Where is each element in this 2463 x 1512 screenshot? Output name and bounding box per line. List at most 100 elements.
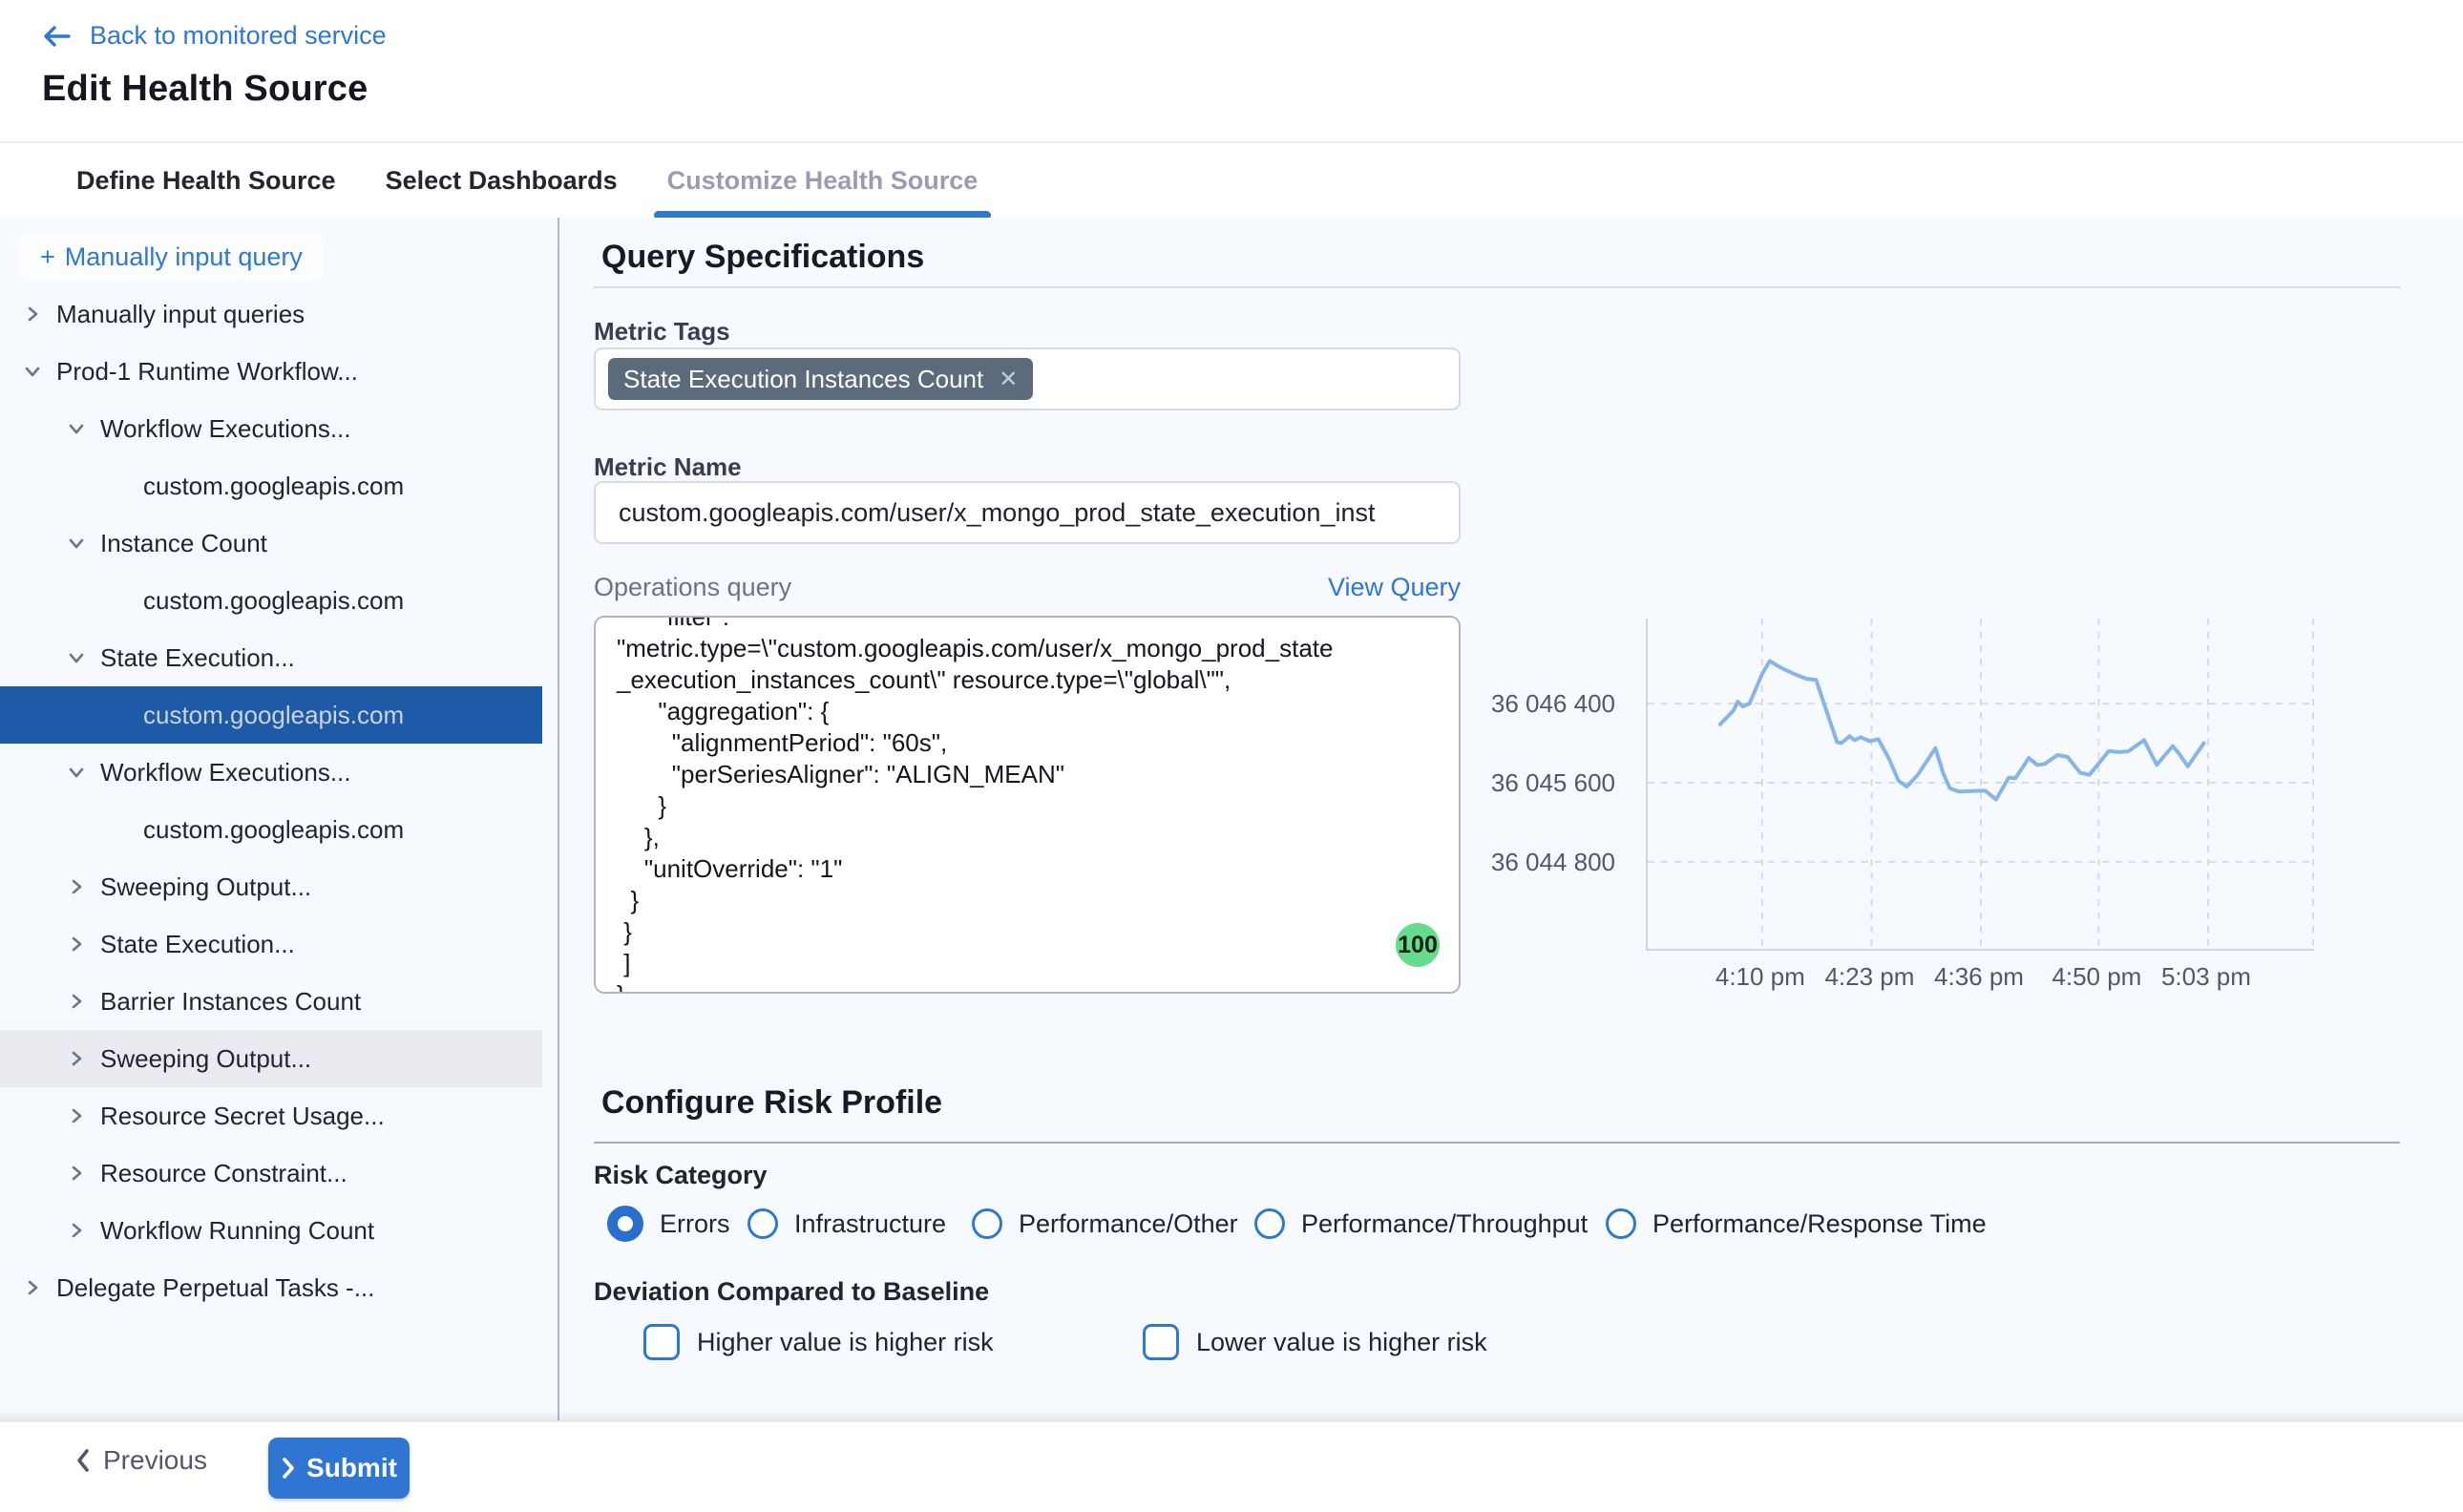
- tree-item-label: State Execution...: [100, 643, 295, 673]
- chevron-down-icon: [66, 418, 87, 439]
- risk-category-radio-performance-response-time[interactable]: Performance/Response Time: [1606, 1205, 1987, 1243]
- tree-item-label: Workflow Executions...: [100, 414, 351, 444]
- footer-bar: Previous Submit: [0, 1420, 2463, 1512]
- tree-item-state-execution[interactable]: State Execution...: [0, 915, 542, 973]
- previous-button[interactable]: Previous: [74, 1445, 207, 1476]
- tree-item-delegate-perpetual-tasks[interactable]: Delegate Perpetual Tasks -...: [0, 1259, 542, 1316]
- risk-category-radio-infrastructure[interactable]: Infrastructure: [747, 1205, 946, 1243]
- metric-name-input[interactable]: [594, 481, 1461, 544]
- radio-icon[interactable]: [747, 1208, 778, 1239]
- tree-item-sweeping-output[interactable]: Sweeping Output...: [0, 858, 542, 915]
- tree-item-label: custom.googleapis.com: [143, 815, 404, 845]
- tree-item-label: custom.googleapis.com: [143, 701, 404, 730]
- tree-item-resource-secret-usage[interactable]: Resource Secret Usage...: [0, 1087, 542, 1144]
- chevron-right-icon: [66, 1220, 87, 1241]
- tree-item-prod-1-runtime-workflow[interactable]: Prod-1 Runtime Workflow...: [0, 343, 542, 400]
- metric-tag-chip[interactable]: State Execution Instances Count ✕: [608, 358, 1033, 400]
- radio-icon[interactable]: [1606, 1208, 1636, 1239]
- radio-label: Performance/Throughput: [1301, 1209, 1588, 1239]
- chevron-down-icon: [65, 761, 88, 784]
- page-header: Back to monitored service Edit Health So…: [0, 0, 2463, 141]
- query-score-badge: 100: [1396, 923, 1440, 967]
- radio-icon[interactable]: [1254, 1208, 1285, 1239]
- edit-health-source-page: Back to monitored service Edit Health So…: [0, 0, 2463, 1512]
- metric-tags-input[interactable]: State Execution Instances Count ✕: [594, 347, 1461, 410]
- tree-item-barrier-instances-count[interactable]: Barrier Instances Count: [0, 973, 542, 1030]
- operations-query-textarea[interactable]: "filter": "metric.type=\"custom.googleap…: [594, 616, 1461, 994]
- tree-item-resource-constraint[interactable]: Resource Constraint...: [0, 1144, 542, 1202]
- tree-item-label: Workflow Executions...: [100, 758, 351, 788]
- tree-item-workflow-executions[interactable]: Workflow Executions...: [0, 400, 542, 457]
- radio-label: Errors: [660, 1209, 730, 1239]
- y-axis-tick-label: 36 046 400: [1443, 687, 1615, 720]
- configure-risk-profile-heading: Configure Risk Profile: [601, 1084, 942, 1122]
- tree-item-instance-count[interactable]: Instance Count: [0, 514, 542, 572]
- chevron-right-icon: [65, 990, 88, 1013]
- chevron-down-icon: [21, 360, 44, 383]
- operations-query-row: Operations query View Query: [594, 573, 1461, 602]
- tree-item-sweeping-output[interactable]: Sweeping Output...: [0, 1030, 542, 1087]
- chevron-right-icon: [66, 876, 87, 897]
- deviation-checkbox-lower-value-is-higher-risk[interactable]: Lower value is higher risk: [1143, 1323, 1487, 1361]
- tree-item-workflow-executions[interactable]: Workflow Executions...: [0, 744, 542, 801]
- plus-icon: +: [40, 242, 55, 272]
- tree-item-state-execution[interactable]: State Execution...: [0, 629, 542, 686]
- tree-item-label: Manually input queries: [56, 300, 305, 329]
- tree-item-custom-googleapis-com[interactable]: custom.googleapis.com: [0, 801, 542, 858]
- chevron-down-icon: [65, 532, 88, 555]
- tab-define-health-source[interactable]: Define Health Source: [76, 143, 336, 218]
- submit-button-label: Submit: [306, 1453, 397, 1483]
- radio-selected-icon[interactable]: [607, 1206, 643, 1242]
- chevron-right-icon: [22, 304, 43, 325]
- tree-item-label: Sweeping Output...: [100, 872, 311, 902]
- radio-icon[interactable]: [972, 1208, 1002, 1239]
- tree-item-custom-googleapis-com[interactable]: custom.googleapis.com: [0, 457, 542, 514]
- back-link[interactable]: Back to monitored service: [40, 21, 387, 51]
- content-area: + Manually input query Manually input qu…: [0, 218, 2463, 1420]
- risk-category-radio-performance-throughput[interactable]: Performance/Throughput: [1254, 1205, 1588, 1243]
- tree-item-manually-input-queries[interactable]: Manually input queries: [0, 285, 542, 343]
- back-arrow-icon: [40, 22, 73, 51]
- checkbox-icon[interactable]: [1143, 1324, 1179, 1360]
- y-axis-tick-label: 36 045 600: [1443, 766, 1615, 799]
- chevron-right-icon: [65, 875, 88, 898]
- chevron-right-icon: [65, 933, 88, 956]
- add-manual-query-label: Manually input query: [65, 242, 303, 272]
- metric-tags-label: Metric Tags: [594, 317, 730, 346]
- metric-name-label: Metric Name: [594, 452, 742, 482]
- query-sidebar: + Manually input query Manually input qu…: [0, 218, 558, 1420]
- tree-item-custom-googleapis-com[interactable]: custom.googleapis.com: [0, 572, 542, 629]
- risk-category-radio-performance-other[interactable]: Performance/Other: [972, 1205, 1238, 1243]
- view-query-link[interactable]: View Query: [1328, 573, 1461, 602]
- operations-query-label: Operations query: [594, 573, 791, 602]
- chart-plot-area: [1646, 619, 2314, 951]
- chevron-right-icon: [281, 1456, 296, 1480]
- deviation-checkbox-higher-value-is-higher-risk[interactable]: Higher value is higher risk: [643, 1323, 994, 1361]
- submit-button[interactable]: Submit: [268, 1438, 410, 1499]
- tab-select-dashboards[interactable]: Select Dashboards: [386, 143, 618, 218]
- tab-customize-health-source[interactable]: Customize Health Source: [667, 143, 979, 218]
- chevron-right-icon: [22, 1277, 43, 1298]
- page-title: Edit Health Source: [42, 69, 368, 110]
- tree-item-workflow-running-count[interactable]: Workflow Running Count: [0, 1202, 542, 1259]
- metric-preview-chart: 36 046 40036 045 60036 044 8004:10 pm4:2…: [1646, 619, 2312, 949]
- y-axis-tick-label: 36 044 800: [1443, 846, 1615, 878]
- chip-close-icon[interactable]: ✕: [999, 366, 1018, 393]
- tree-item-custom-googleapis-com[interactable]: custom.googleapis.com: [0, 686, 542, 744]
- section-divider: [594, 286, 2400, 288]
- deviation-label: Deviation Compared to Baseline: [594, 1277, 989, 1307]
- checkbox-label: Higher value is higher risk: [697, 1328, 994, 1357]
- chevron-down-icon: [66, 533, 87, 554]
- checkbox-icon[interactable]: [643, 1324, 680, 1360]
- operations-query-text: "filter": "metric.type=\"custom.googleap…: [617, 616, 1442, 994]
- tree-item-label: Resource Secret Usage...: [100, 1102, 385, 1131]
- add-manual-query-button[interactable]: + Manually input query: [19, 233, 324, 281]
- chevron-down-icon: [22, 361, 43, 382]
- tree-item-label: Resource Constraint...: [100, 1159, 347, 1188]
- main-panel: Query Specifications Metric Tags State E…: [594, 218, 2463, 1420]
- tree-item-label: Barrier Instances Count: [100, 987, 361, 1017]
- risk-category-radio-errors[interactable]: Errors: [607, 1205, 730, 1243]
- tree-item-label: custom.googleapis.com: [143, 586, 404, 616]
- tree-item-label: Sweeping Output...: [100, 1044, 311, 1074]
- radio-label: Performance/Response Time: [1653, 1209, 1987, 1239]
